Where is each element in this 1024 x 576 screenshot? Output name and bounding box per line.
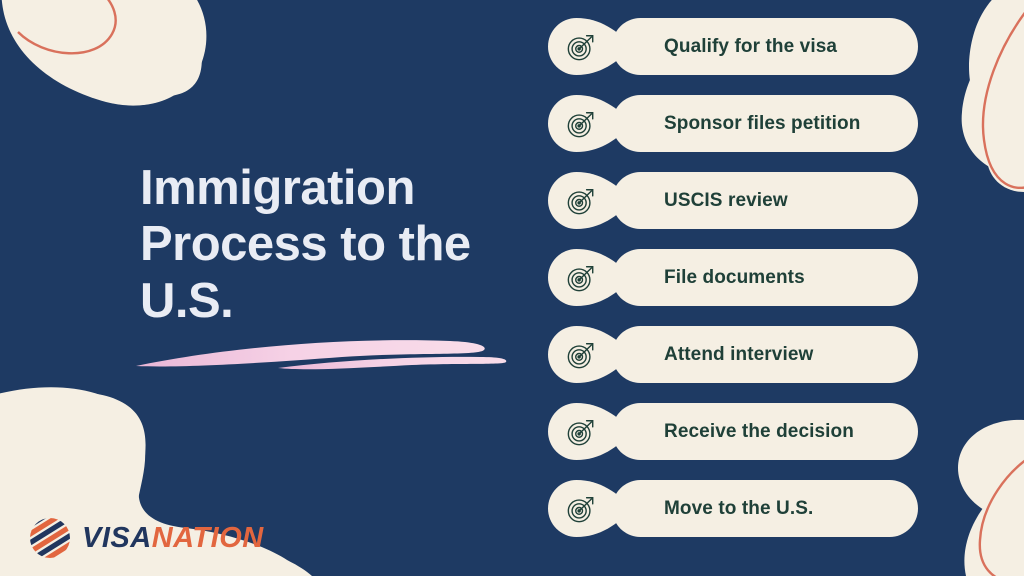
steps-list: Qualify for the visa Sponsor files petit… — [548, 18, 918, 537]
step-pill: Move to the U.S. — [612, 480, 918, 537]
target-arrow-icon — [567, 266, 594, 292]
step-badge — [548, 95, 634, 152]
target-arrow-icon — [567, 35, 594, 61]
step-badge — [548, 480, 634, 537]
step-item[interactable]: USCIS review — [548, 172, 918, 229]
blob-top-left-2 — [1, 0, 207, 106]
target-arrow-icon — [567, 189, 594, 215]
step-badge — [548, 403, 634, 460]
logo-text-visa: VISA — [82, 521, 152, 554]
step-label: Qualify for the visa — [664, 35, 838, 57]
step-pill: Qualify for the visa — [612, 18, 918, 75]
target-arrow-icon — [567, 497, 594, 523]
target-arrow-icon — [567, 343, 594, 369]
logo-wordmark: VISANATION — [82, 521, 264, 554]
visanation-logo: VISANATION — [28, 516, 264, 560]
title-block: Immigration Process to the U.S. — [136, 160, 540, 370]
step-pill: Sponsor files petition — [612, 95, 918, 152]
step-item[interactable]: Receive the decision — [548, 403, 918, 460]
step-pill: File documents — [612, 249, 918, 306]
step-pill: USCIS review — [612, 172, 918, 229]
step-label: File documents — [664, 266, 805, 288]
slide-canvas: Immigration Process to the U.S. VISANATI… — [0, 0, 1024, 576]
step-item[interactable]: Move to the U.S. — [548, 480, 918, 537]
target-arrow-icon — [567, 112, 594, 138]
step-badge — [548, 18, 634, 75]
blob-top-right-2 — [969, 0, 1024, 118]
step-label: Attend interview — [664, 343, 814, 365]
step-item[interactable]: Qualify for the visa — [548, 18, 918, 75]
page-title: Immigration Process to the U.S. — [140, 161, 471, 328]
step-label: Move to the U.S. — [664, 497, 814, 519]
step-badge — [548, 249, 634, 306]
step-label: Sponsor files petition — [664, 112, 861, 134]
target-arrow-icon — [567, 420, 594, 446]
pink-swoosh-underline — [136, 340, 507, 370]
step-pill: Attend interview — [612, 326, 918, 383]
step-item[interactable]: Attend interview — [548, 326, 918, 383]
title-underline — [132, 338, 512, 374]
step-label: Receive the decision — [664, 420, 854, 442]
step-item[interactable]: File documents — [548, 249, 918, 306]
step-badge — [548, 326, 634, 383]
step-badge — [548, 172, 634, 229]
step-label: USCIS review — [664, 189, 788, 211]
step-item[interactable]: Sponsor files petition — [548, 95, 918, 152]
step-pill: Receive the decision — [612, 403, 918, 460]
logo-text-nation: NATION — [151, 521, 264, 554]
globe-stripes-icon — [30, 518, 70, 558]
